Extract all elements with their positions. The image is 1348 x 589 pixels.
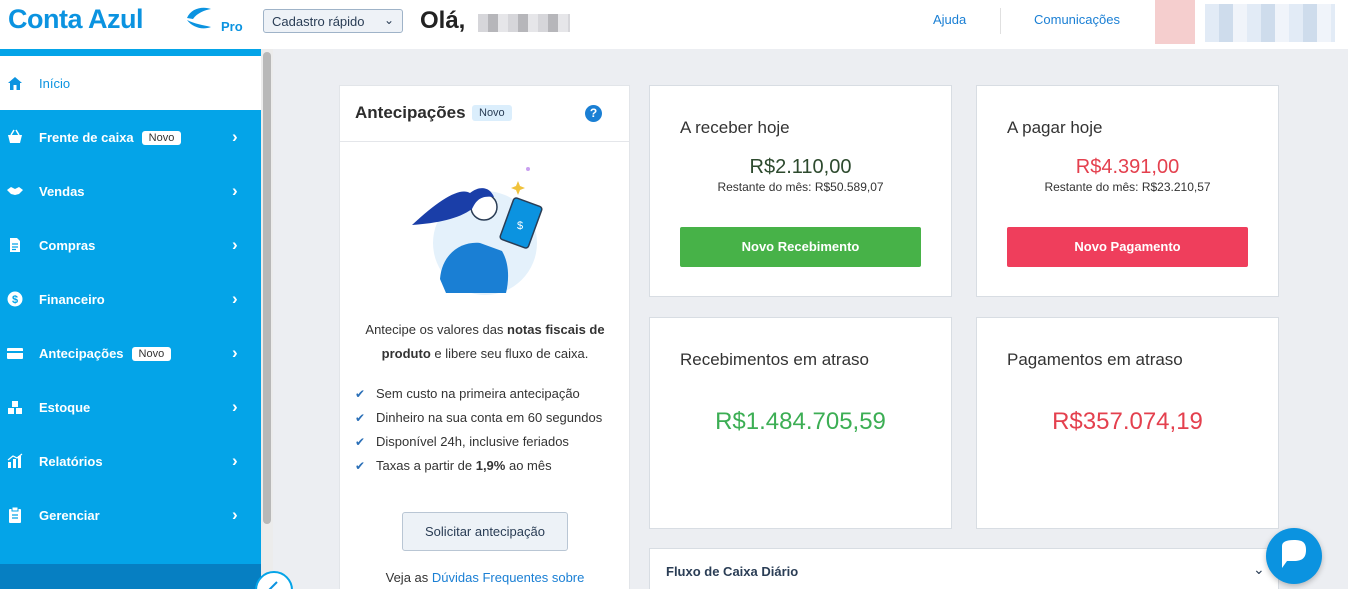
check-icon: ✔: [355, 459, 366, 473]
antecipacoes-title: Antecipações: [355, 103, 466, 122]
sidebar-bottom-item[interactable]: [0, 564, 273, 589]
chevron-down-icon[interactable]: ⌄: [1253, 561, 1265, 578]
sidebar-item-frente-de-caixa[interactable]: Frente de caixa Novo ›: [0, 110, 261, 164]
faq-text: Veja as Dúvidas Frequentes sobre: [385, 570, 585, 585]
new-badge: Novo: [141, 131, 182, 145]
clipboard-icon: [9, 507, 21, 523]
card-icon: [7, 348, 23, 359]
receivable-month-remaining: Restante do mês: R$50.589,07: [717, 180, 884, 194]
chat-button[interactable]: [1266, 528, 1322, 584]
help-question-icon[interactable]: ?: [585, 105, 602, 122]
receivable-today-value: R$2.110,00: [749, 156, 852, 178]
sidebar-item-gerenciar[interactable]: Gerenciar ›: [0, 488, 261, 542]
svg-text:$: $: [517, 220, 523, 232]
handshake-icon: [7, 187, 23, 195]
benefits-list: ✔ Sem custo na primeira antecipação ✔ Dinh…: [355, 386, 602, 482]
help-link[interactable]: Ajuda: [933, 12, 966, 27]
payable-today-card: A pagar hoje R$4.391,00 Restante do mês:…: [976, 85, 1279, 297]
chart-icon: [7, 453, 23, 468]
user-info-redacted[interactable]: [1205, 4, 1335, 42]
sidebar-item-label: Vendas: [39, 184, 85, 199]
new-payment-button[interactable]: Novo Pagamento: [1007, 227, 1248, 267]
communications-link[interactable]: Comunicações: [1034, 12, 1120, 27]
avatar[interactable]: [1155, 0, 1195, 44]
quick-register-label: Cadastro rápido: [272, 14, 365, 29]
sidebar-item-label: Estoque: [39, 400, 91, 415]
dollar-coin-icon: $: [7, 291, 23, 307]
card-title: Recebimentos em atraso: [680, 350, 869, 369]
check-icon: ✔: [355, 435, 366, 449]
sidebar-item-relatorios[interactable]: Relatórios ›: [0, 434, 261, 488]
benefit-item: ✔ Taxas a partir de 1,9% ao mês: [355, 458, 552, 473]
greeting: Olá,: [420, 7, 466, 34]
card-title: A receber hoje: [680, 118, 790, 137]
sidebar-item-antecipacoes[interactable]: Antecipações Novo ›: [0, 326, 261, 380]
chevron-down-icon: ⌄: [383, 13, 394, 27]
antecipacoes-card: Antecipações Novo ? $ Antecipe os valore…: [339, 85, 630, 589]
overdue-receipts-value: R$1.484.705,59: [715, 408, 886, 435]
sidebar-item-estoque[interactable]: Estoque ›: [0, 380, 261, 434]
sidebar-item-label: Antecipações: [39, 346, 124, 361]
benefit-item: ✔ Sem custo na primeira antecipação: [355, 386, 580, 401]
antecipacoes-header: Antecipações Novo ?: [340, 86, 629, 142]
faq-link[interactable]: Dúvidas Frequentes sobre: [432, 570, 584, 585]
new-badge: Novo: [472, 105, 512, 121]
receivable-today-card: A receber hoje R$2.110,00 Restante do mê…: [649, 85, 952, 297]
chevron-right-icon: ›: [232, 505, 238, 524]
woman-phone-illustration: $: [412, 167, 543, 295]
header-divider: [1000, 8, 1001, 34]
basket-icon: [8, 129, 22, 143]
chevron-right-icon: ›: [232, 289, 238, 308]
check-icon: ✔: [355, 411, 366, 425]
overdue-receipts-card[interactable]: Recebimentos em atraso R$1.484.705,59: [649, 317, 952, 529]
new-badge: Novo: [131, 347, 172, 361]
sidebar-item-label: Início: [39, 76, 71, 91]
username-redacted: [478, 14, 570, 32]
request-advance-button[interactable]: Solicitar antecipação: [402, 512, 568, 551]
overdue-payments-card[interactable]: Pagamentos em atraso R$357.074,19: [976, 317, 1279, 529]
card-title: Pagamentos em atraso: [1007, 350, 1183, 369]
chevron-right-icon: ›: [232, 127, 238, 146]
chevron-right-icon: ›: [232, 451, 238, 470]
sidebar-item-label: Financeiro: [39, 292, 105, 307]
sidebar-item-inicio[interactable]: Início: [0, 56, 261, 110]
sidebar-item-vendas[interactable]: Vendas ›: [0, 164, 261, 218]
sidebar-item-financeiro[interactable]: $ Financeiro ›: [0, 272, 261, 326]
top-header: Conta Azul Pro Cadastro rápido ⌄ Olá, Aj…: [0, 0, 1348, 49]
cashflow-title: Fluxo de Caixa Diário: [666, 564, 799, 579]
plan-label: Pro: [221, 19, 243, 34]
svg-text:$: $: [12, 294, 18, 306]
document-icon: [10, 238, 20, 252]
daily-cashflow-panel[interactable]: Fluxo de Caixa Diário ⌄: [649, 548, 1279, 589]
sidebar-top-strip: [0, 49, 261, 56]
card-title: A pagar hoje: [1007, 118, 1103, 137]
boxes-icon: [8, 401, 22, 414]
benefit-item: ✔ Dinheiro na sua conta em 60 segundos: [355, 410, 603, 425]
benefit-item: ✔ Disponível 24h, inclusive feriados: [355, 434, 569, 449]
chevron-right-icon: ›: [232, 397, 238, 416]
chevron-left-icon: [268, 581, 278, 589]
sidebar-scroll-thumb[interactable]: [263, 52, 271, 524]
quick-register-dropdown[interactable]: Cadastro rápido ⌄: [263, 9, 403, 33]
check-icon: ✔: [355, 387, 366, 401]
logo-text[interactable]: Conta Azul: [8, 4, 143, 35]
new-receipt-button[interactable]: Novo Recebimento: [680, 227, 921, 267]
logo-mark-icon: [187, 7, 211, 29]
sidebar-item-label: Compras: [39, 238, 96, 253]
sidebar-item-compras[interactable]: Compras ›: [0, 218, 261, 272]
chat-bubble-icon: [1282, 540, 1306, 568]
chevron-right-icon: ›: [232, 235, 238, 254]
sidebar-item-label: Frente de caixa: [39, 130, 134, 145]
chevron-right-icon: ›: [232, 181, 238, 200]
payable-today-value: R$4.391,00: [1075, 156, 1180, 178]
payable-month-remaining: Restante do mês: R$23.210,57: [1044, 180, 1211, 194]
chevron-right-icon: ›: [232, 343, 238, 362]
sidebar: Início Frente de caixa Novo › Vendas › Co…: [0, 49, 273, 589]
sidebar-item-label: Gerenciar: [39, 508, 100, 523]
home-icon: [8, 77, 22, 90]
sidebar-item-label: Relatórios: [39, 454, 103, 469]
antecipacoes-description: Antecipe os valores das notas fiscais de…: [365, 322, 605, 361]
collapse-sidebar-button[interactable]: [255, 571, 293, 589]
overdue-payments-value: R$357.074,19: [1052, 408, 1203, 435]
